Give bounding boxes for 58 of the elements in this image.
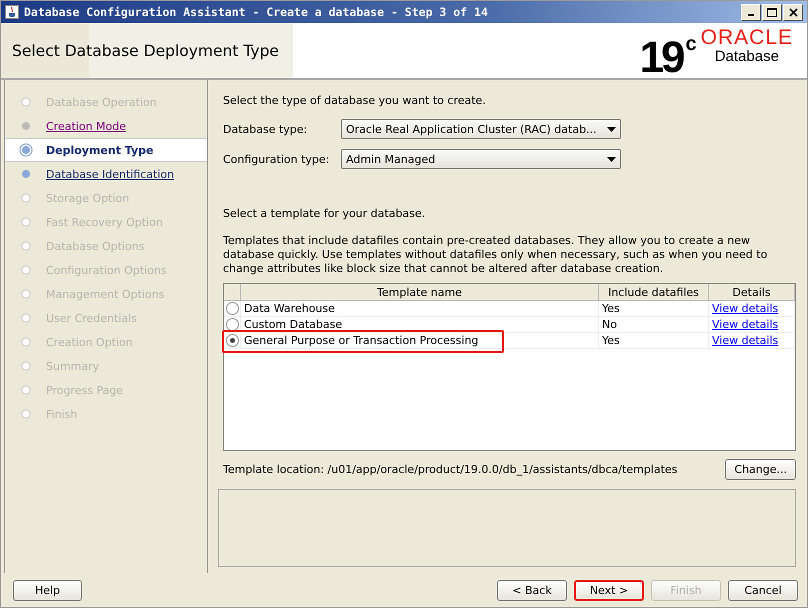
maximize-icon — [767, 8, 777, 16]
dropdown-arrow-icon — [607, 126, 616, 132]
dropdown[interactable]: Oracle Real Application Cluster (RAC) datab... — [341, 119, 621, 139]
step-dot-icon — [19, 407, 33, 421]
wizard-button[interactable]: Help — [13, 580, 82, 600]
step-dot-icon — [19, 263, 33, 277]
field-label: Configuration type: — [223, 152, 330, 166]
radio-button[interactable] — [226, 334, 238, 347]
page-title: Select Database Deployment Type — [12, 42, 279, 60]
java-cup-icon — [5, 5, 19, 19]
table-cell: No — [599, 317, 709, 333]
template-location: Template location: /u01/app/oracle/product/19.0.0/db_1/assistants/dbca/templates — [223, 463, 678, 476]
template-note: Templates that include datafiles contain pre-created databases. They allow you to create a new database quickly. Use templates without datafiles only when necessary, such as when you need to change attributes like block size that cannot be altered after database creation. — [223, 234, 768, 276]
step-dot-icon — [19, 95, 33, 109]
step-dot-icon — [19, 359, 33, 373]
dropdown[interactable]: Admin Managed — [341, 149, 621, 169]
step-dot-icon — [19, 335, 33, 349]
step-dot-icon — [19, 311, 33, 325]
wizard-button[interactable]: Cancel — [728, 580, 798, 600]
table-cell: Yes — [599, 333, 709, 349]
table-cell: General Purpose or Transaction Processing — [244, 334, 478, 347]
intro-text: Select the type of database you want to create. — [223, 94, 487, 107]
template-prompt: Select a template for your database. — [223, 207, 426, 220]
wizard-button[interactable]: Next > — [574, 580, 644, 600]
view-details-link[interactable]: View details — [712, 334, 778, 347]
logo-version: 19$^{c}$ — [640, 32, 697, 80]
step-dot-icon — [19, 119, 33, 133]
radio-button[interactable] — [226, 318, 238, 331]
logo-brand: ORACLE — [700, 28, 793, 48]
window-title: Database Configuration Assistant - Create a database - Step 3 of 14 — [24, 5, 488, 19]
table-cell: Custom Database — [244, 318, 342, 331]
maximize-button[interactable] — [762, 4, 782, 20]
step-item[interactable]: Database Identification — [5, 162, 207, 186]
minimize-button[interactable] — [741, 4, 761, 20]
step-dot-icon — [19, 383, 33, 397]
column-header[interactable]: Details — [709, 284, 795, 301]
logo-product: Database — [714, 48, 779, 64]
step-dot-icon — [19, 143, 33, 157]
step-dot-icon — [19, 239, 33, 253]
dropdown-arrow-icon — [607, 156, 616, 162]
current-step[interactable]: Deployment Type — [5, 138, 207, 162]
column-header[interactable]: Include datafiles — [599, 284, 709, 301]
step-dot-icon — [19, 191, 33, 205]
close-button[interactable] — [783, 4, 803, 20]
field-label: Database type: — [223, 122, 308, 136]
table-cell: Data Warehouse — [244, 302, 335, 315]
column-header[interactable]: Template name — [241, 284, 599, 301]
step-dot-icon — [19, 167, 33, 181]
step-dot-icon — [19, 215, 33, 229]
radio-button[interactable] — [226, 302, 238, 315]
change-button[interactable]: Change... — [725, 459, 796, 480]
table-cell: Yes — [599, 301, 709, 317]
view-details-link[interactable]: View details — [712, 318, 778, 331]
step-dot-icon — [19, 287, 33, 301]
wizard-button[interactable]: < Back — [497, 580, 567, 600]
step-item[interactable]: Creation Mode — [5, 114, 207, 138]
close-icon — [788, 8, 798, 16]
view-details-link[interactable]: View details — [712, 302, 778, 315]
